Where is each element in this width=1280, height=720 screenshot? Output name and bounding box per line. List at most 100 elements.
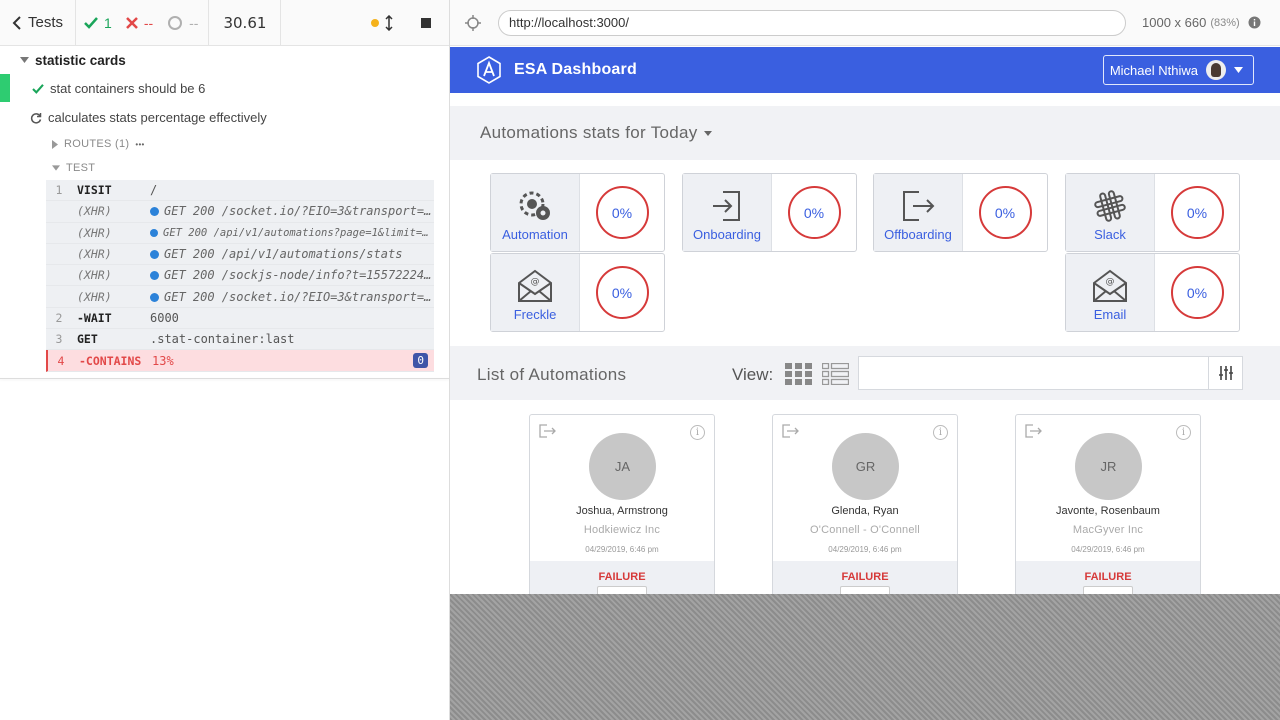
mail-icon: @ bbox=[1093, 269, 1127, 302]
percent-ring: 0% bbox=[1170, 186, 1224, 239]
stat-card-slack[interactable]: Slack 0% bbox=[1065, 173, 1240, 252]
esa-dashboard-app: ESA Dashboard Michael Nthiwa Automations… bbox=[450, 47, 1280, 594]
stat-card-email[interactable]: @ Email 0% bbox=[1065, 253, 1240, 332]
caret-down-icon bbox=[52, 165, 60, 171]
retry-button[interactable] bbox=[597, 586, 647, 594]
pending-count: -- bbox=[189, 14, 199, 31]
failed-command-row[interactable]: 4 -CONTAINS 13% 0 bbox=[46, 350, 434, 372]
company-name: MacGyver Inc bbox=[1072, 524, 1144, 536]
autoscroll-toggle[interactable] bbox=[371, 14, 393, 31]
caret-down-icon bbox=[703, 131, 712, 137]
percent-ring: 0% bbox=[978, 186, 1032, 239]
command-row[interactable]: 2 -WAIT 6000 bbox=[46, 307, 434, 330]
gear-icon bbox=[519, 191, 550, 220]
crosshair-icon[interactable] bbox=[464, 14, 482, 32]
xhr-row[interactable]: (XHR) GET 200 /sockjs-node/info?t=155722… bbox=[46, 265, 434, 287]
timestamp: 04/29/2019, 6:46 pm bbox=[828, 545, 902, 554]
avatar: JR bbox=[1075, 433, 1142, 500]
person-name: Joshua, Armstrong bbox=[576, 505, 668, 517]
chevron-left-icon bbox=[12, 15, 21, 30]
avatar: GR bbox=[832, 433, 899, 500]
pending-stat: -- bbox=[167, 15, 198, 31]
request-dot-icon bbox=[150, 207, 159, 217]
stat-card-offboarding[interactable]: Offboarding 0% bbox=[873, 173, 1048, 252]
element-count-badge: 0 bbox=[413, 353, 428, 369]
request-dot-icon bbox=[150, 250, 159, 260]
stat-card-automation[interactable]: Automation 0% bbox=[490, 173, 665, 252]
tests-button[interactable]: Tests bbox=[0, 0, 77, 45]
stat-card-onboarding[interactable]: Onboarding 0% bbox=[682, 173, 857, 252]
url-bar: http://localhost:3000/ 1000 x 660 (83%) bbox=[450, 0, 1280, 46]
info-icon[interactable]: i bbox=[933, 425, 948, 440]
status-badge: FAILURE bbox=[598, 571, 646, 583]
test-section-label: TEST bbox=[66, 162, 96, 174]
app-title[interactable]: ESA Dashboard bbox=[514, 61, 637, 79]
running-status-dot bbox=[371, 18, 379, 27]
refresh-icon bbox=[30, 112, 42, 124]
check-icon bbox=[84, 16, 98, 29]
xhr-row[interactable]: (XHR) GET 200 /api/v1/automations/stats bbox=[46, 243, 434, 266]
test-section-toggle[interactable]: TEST bbox=[0, 156, 449, 180]
info-icon[interactable]: i bbox=[690, 425, 705, 440]
automation-card[interactable]: i GR Glenda, Ryan O'Connell - O'Connell … bbox=[772, 414, 958, 594]
grid-view-icon[interactable] bbox=[785, 363, 812, 385]
user-menu-button[interactable]: Michael Nthiwa bbox=[1102, 55, 1254, 85]
company-name: O'Connell - O'Connell bbox=[810, 524, 920, 536]
view-label: View: bbox=[732, 365, 774, 384]
stat-card-freckle[interactable]: @ Freckle 0% bbox=[490, 253, 665, 332]
test-title: stat containers should be 6 bbox=[50, 81, 206, 96]
info-icon[interactable]: i bbox=[1176, 425, 1191, 440]
command-log: 1 VISIT / (XHR) GET 200 /socket.io/?EIO=… bbox=[46, 180, 434, 372]
mail-icon: @ bbox=[518, 269, 552, 302]
app-navbar: ESA Dashboard Michael Nthiwa bbox=[450, 47, 1280, 93]
svg-text:@: @ bbox=[531, 277, 540, 287]
stop-icon[interactable] bbox=[421, 17, 431, 28]
stats-period-dropdown[interactable]: Automations stats for Today bbox=[480, 123, 712, 143]
xhr-row[interactable]: (XHR) GET 200 /socket.io/?EIO=3&transpor… bbox=[46, 201, 434, 223]
sign-in-icon bbox=[713, 191, 740, 221]
test-runner-panel: Tests 1 -- -- 30.61 statistic cards stat… bbox=[0, 0, 450, 720]
avatar: JA bbox=[589, 433, 656, 500]
xhr-row[interactable]: (XHR) GET 200 /socket.io/?EIO=3&transpor… bbox=[46, 286, 434, 308]
request-dot-icon bbox=[150, 271, 159, 281]
test-row-passed[interactable]: stat containers should be 6 bbox=[0, 74, 449, 103]
user-name: Michael Nthiwa bbox=[1109, 62, 1198, 78]
list-header: List of Automations View: bbox=[450, 346, 1280, 400]
list-view-icon[interactable] bbox=[822, 363, 849, 385]
automation-card[interactable]: i JR Javonte, Rosenbaum MacGyver Inc 04/… bbox=[1015, 414, 1201, 594]
info-icon[interactable] bbox=[1248, 16, 1261, 29]
command-row[interactable]: 1 VISIT / bbox=[46, 180, 434, 202]
automation-card[interactable]: i JA Joshua, Armstrong Hodkiewicz Inc 04… bbox=[529, 414, 715, 594]
runner-divider bbox=[0, 378, 449, 379]
status-badge: FAILURE bbox=[841, 571, 889, 583]
x-icon bbox=[125, 16, 138, 29]
routes-toggle[interactable]: ROUTES (1) ••• bbox=[0, 132, 449, 156]
url-input[interactable]: http://localhost:3000/ bbox=[498, 9, 1126, 36]
circle-notch-icon bbox=[168, 15, 183, 30]
runner-controls bbox=[281, 0, 449, 45]
viewport-background bbox=[450, 594, 1280, 720]
list-title: List of Automations bbox=[477, 365, 627, 384]
retry-button[interactable] bbox=[1083, 586, 1133, 594]
app-logo-icon[interactable] bbox=[474, 55, 504, 85]
routes-label: ROUTES (1) bbox=[64, 138, 130, 150]
suite-title[interactable]: statistic cards bbox=[0, 46, 449, 74]
person-name: Javonte, Rosenbaum bbox=[1056, 505, 1160, 517]
stats-summary: 1 -- -- bbox=[76, 0, 210, 45]
app-preview: http://localhost:3000/ 1000 x 660 (83%) … bbox=[450, 0, 1280, 720]
person-name: Glenda, Ryan bbox=[831, 505, 899, 517]
suite-label: statistic cards bbox=[35, 52, 126, 68]
reporter-body: statistic cards stat containers should b… bbox=[0, 46, 449, 372]
test-row-running[interactable]: calculates stats percentage effectively bbox=[0, 103, 449, 132]
percent-ring: 0% bbox=[595, 186, 649, 239]
search-input[interactable] bbox=[858, 356, 1210, 390]
xhr-row[interactable]: (XHR) GET 200 /api/v1/automations?page=1… bbox=[46, 222, 434, 244]
filter-button[interactable] bbox=[1208, 356, 1243, 390]
retry-button[interactable] bbox=[840, 586, 890, 594]
percent-ring: 0% bbox=[595, 266, 649, 319]
status-badge: FAILURE bbox=[1084, 571, 1132, 583]
command-row[interactable]: 3 GET .stat-container:last bbox=[46, 329, 434, 351]
caret-right-icon bbox=[52, 139, 58, 149]
percent-ring: 0% bbox=[1170, 266, 1224, 319]
viewport-scale: (83%) bbox=[1210, 16, 1240, 29]
